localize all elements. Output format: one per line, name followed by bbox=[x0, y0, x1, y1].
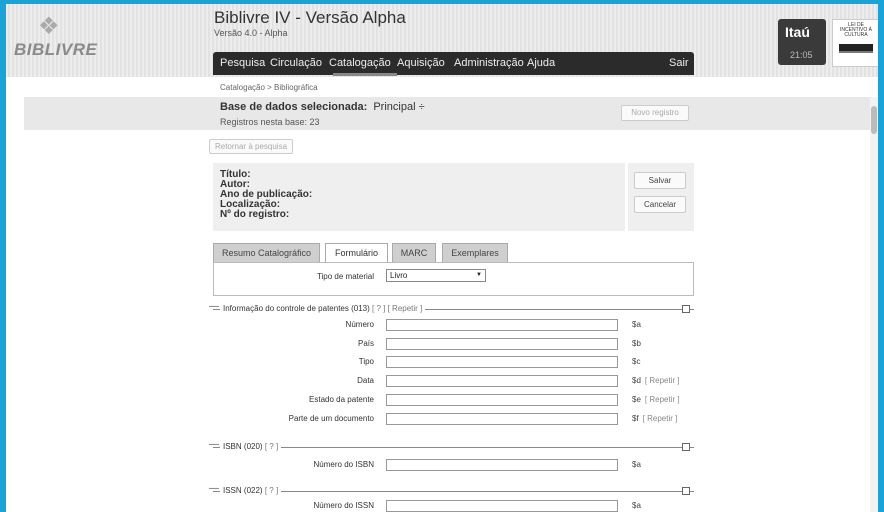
database-label: Base de dados selecionada: bbox=[220, 101, 368, 113]
tab-formulario[interactable]: Formulário bbox=[325, 243, 388, 263]
collapse-icon[interactable]: — bbox=[209, 483, 219, 494]
issn-label: Número do ISSN bbox=[313, 501, 374, 510]
isbn-section-header: ISBN (020) [ ? ] bbox=[220, 442, 282, 451]
isbn-code: (020) bbox=[243, 442, 263, 451]
logo-text: BIBLIVRE bbox=[14, 40, 98, 59]
subfield-d: $d[ Repetir ] bbox=[632, 376, 680, 385]
breadcrumb: Catalogação > Bibliográfica bbox=[220, 83, 318, 92]
issn-input[interactable] bbox=[386, 500, 618, 512]
field-label-data: Data bbox=[357, 376, 374, 385]
scrollbar[interactable] bbox=[870, 97, 878, 512]
menu-pesquisa[interactable]: Pesquisa bbox=[220, 57, 265, 69]
menu-aquisicao[interactable]: Aquisição bbox=[397, 57, 445, 69]
field-label-estado: Estado da patente bbox=[309, 395, 374, 404]
patent-help-link[interactable]: [ ? ] bbox=[372, 304, 385, 313]
menu-ajuda[interactable]: Ajuda bbox=[527, 57, 555, 69]
patent-status-input[interactable] bbox=[386, 394, 618, 406]
main-menu: Pesquisa Circulação Catalogação Aquisiçã… bbox=[213, 52, 694, 76]
scrollbar-thumb[interactable] bbox=[871, 106, 877, 134]
isbn-title: ISBN bbox=[223, 442, 242, 451]
menu-circulacao[interactable]: Circulação bbox=[270, 57, 322, 69]
biblivre-logo[interactable]: ❖ BIBLIVRE bbox=[14, 12, 97, 62]
isbn-label: Número do ISBN bbox=[313, 460, 374, 469]
app-title: Biblivre IV - Versão Alpha bbox=[214, 8, 406, 27]
itau-badge: Itaú 21:05 bbox=[778, 19, 826, 65]
patent-section-code: (013) bbox=[351, 304, 370, 313]
dropdown-arrow-icon: ▼ bbox=[476, 272, 482, 278]
isbn-section-line bbox=[213, 447, 694, 448]
isbn-input[interactable] bbox=[386, 459, 618, 471]
subfield-c: $c bbox=[632, 357, 641, 366]
tab-exemplares[interactable]: Exemplares bbox=[442, 243, 508, 262]
app-version: Versão 4.0 - Alpha bbox=[214, 28, 288, 38]
repeat-link-e[interactable]: [ Repetir ] bbox=[645, 395, 680, 404]
material-type-value: Livro bbox=[390, 271, 408, 280]
patent-date-input[interactable] bbox=[386, 375, 618, 387]
issn-subfield: $a bbox=[632, 501, 641, 510]
database-name[interactable]: Principal ÷ bbox=[373, 101, 424, 113]
subfield-e: $e[ Repetir ] bbox=[632, 395, 680, 404]
collapse-icon[interactable]: — bbox=[209, 301, 219, 312]
record-actions: Salvar Cancelar bbox=[628, 163, 694, 231]
culture-law-logo: LEI DE INCENTIVO À CULTURA bbox=[832, 19, 878, 67]
issn-code: (022) bbox=[243, 486, 263, 495]
isbn-help-link[interactable]: [ ? ] bbox=[265, 442, 278, 451]
database-selector[interactable]: Base de dados selecionada: Principal ÷ bbox=[220, 101, 425, 113]
patent-section-header: Informação do controle de patentes (013)… bbox=[220, 304, 426, 313]
cancel-button[interactable]: Cancelar bbox=[634, 196, 686, 213]
subfield-f: $f[ Repetir ] bbox=[632, 414, 678, 423]
expand-box-icon[interactable] bbox=[682, 305, 690, 313]
field-label-parte: Parte de um documento bbox=[288, 414, 374, 423]
expand-box-icon[interactable] bbox=[682, 487, 690, 495]
collapse-icon[interactable]: — bbox=[209, 439, 219, 450]
header: ❖ BIBLIVRE Biblivre IV - Versão Alpha Ve… bbox=[6, 4, 878, 77]
material-type-select[interactable]: Livro ▼ bbox=[386, 269, 486, 282]
expand-box-icon[interactable] bbox=[682, 443, 690, 451]
law-text: LEI DE INCENTIVO À CULTURA bbox=[840, 22, 872, 38]
repeat-link-d[interactable]: [ Repetir ] bbox=[645, 376, 680, 385]
record-count: Registros nesta base: 23 bbox=[220, 117, 320, 127]
patent-type-input[interactable] bbox=[386, 356, 618, 368]
record-tabs: Resumo Catalográfico Formulário MARC Exe… bbox=[213, 243, 694, 263]
clock: 21:05 bbox=[790, 50, 813, 60]
issn-section-header: ISSN (022) [ ? ] bbox=[220, 486, 282, 495]
flag-icon bbox=[839, 44, 873, 60]
active-menu-indicator bbox=[333, 73, 397, 76]
tab-marc[interactable]: MARC bbox=[392, 243, 436, 262]
tab-resumo[interactable]: Resumo Catalográfico bbox=[213, 243, 320, 262]
patent-repeat-link[interactable]: [ Repetir ] bbox=[388, 304, 423, 313]
record-summary: Título: Autor: Ano de publicação: Locali… bbox=[213, 163, 625, 231]
back-to-search-button[interactable]: Retornar à pesquisa bbox=[209, 139, 293, 154]
menu-catalogacao[interactable]: Catalogação bbox=[329, 57, 391, 69]
menu-administracao[interactable]: Administração bbox=[454, 57, 524, 69]
issn-section-line bbox=[213, 491, 694, 492]
record-number-label: Nº do registro: bbox=[220, 209, 290, 220]
patent-number-input[interactable] bbox=[386, 319, 618, 331]
patent-country-input[interactable] bbox=[386, 338, 618, 350]
patent-section-title: Informação do controle de patentes bbox=[223, 304, 349, 313]
subfield-b: $b bbox=[632, 339, 641, 348]
patent-part-input[interactable] bbox=[386, 413, 618, 425]
book-icon: ❖ bbox=[38, 13, 60, 40]
issn-title: ISSN bbox=[223, 486, 242, 495]
repeat-link-f[interactable]: [ Repetir ] bbox=[643, 414, 678, 423]
database-bar: Base de dados selecionada: Principal ÷ Re… bbox=[24, 97, 872, 130]
logout-link[interactable]: Sair bbox=[669, 57, 689, 69]
isbn-subfield: $a bbox=[632, 460, 641, 469]
save-button[interactable]: Salvar bbox=[634, 172, 686, 189]
issn-help-link[interactable]: [ ? ] bbox=[265, 486, 278, 495]
field-label-pais: País bbox=[357, 339, 374, 348]
sponsor-name: Itaú bbox=[785, 24, 810, 40]
field-label-numero: Número bbox=[345, 320, 374, 329]
field-label-tipo: Tipo bbox=[358, 357, 374, 366]
new-record-button[interactable]: Novo registro bbox=[621, 105, 689, 121]
app-frame: ❖ BIBLIVRE Biblivre IV - Versão Alpha Ve… bbox=[0, 0, 884, 512]
material-type-label: Tipo de material bbox=[316, 272, 374, 281]
subfield-a: $a bbox=[632, 320, 641, 329]
